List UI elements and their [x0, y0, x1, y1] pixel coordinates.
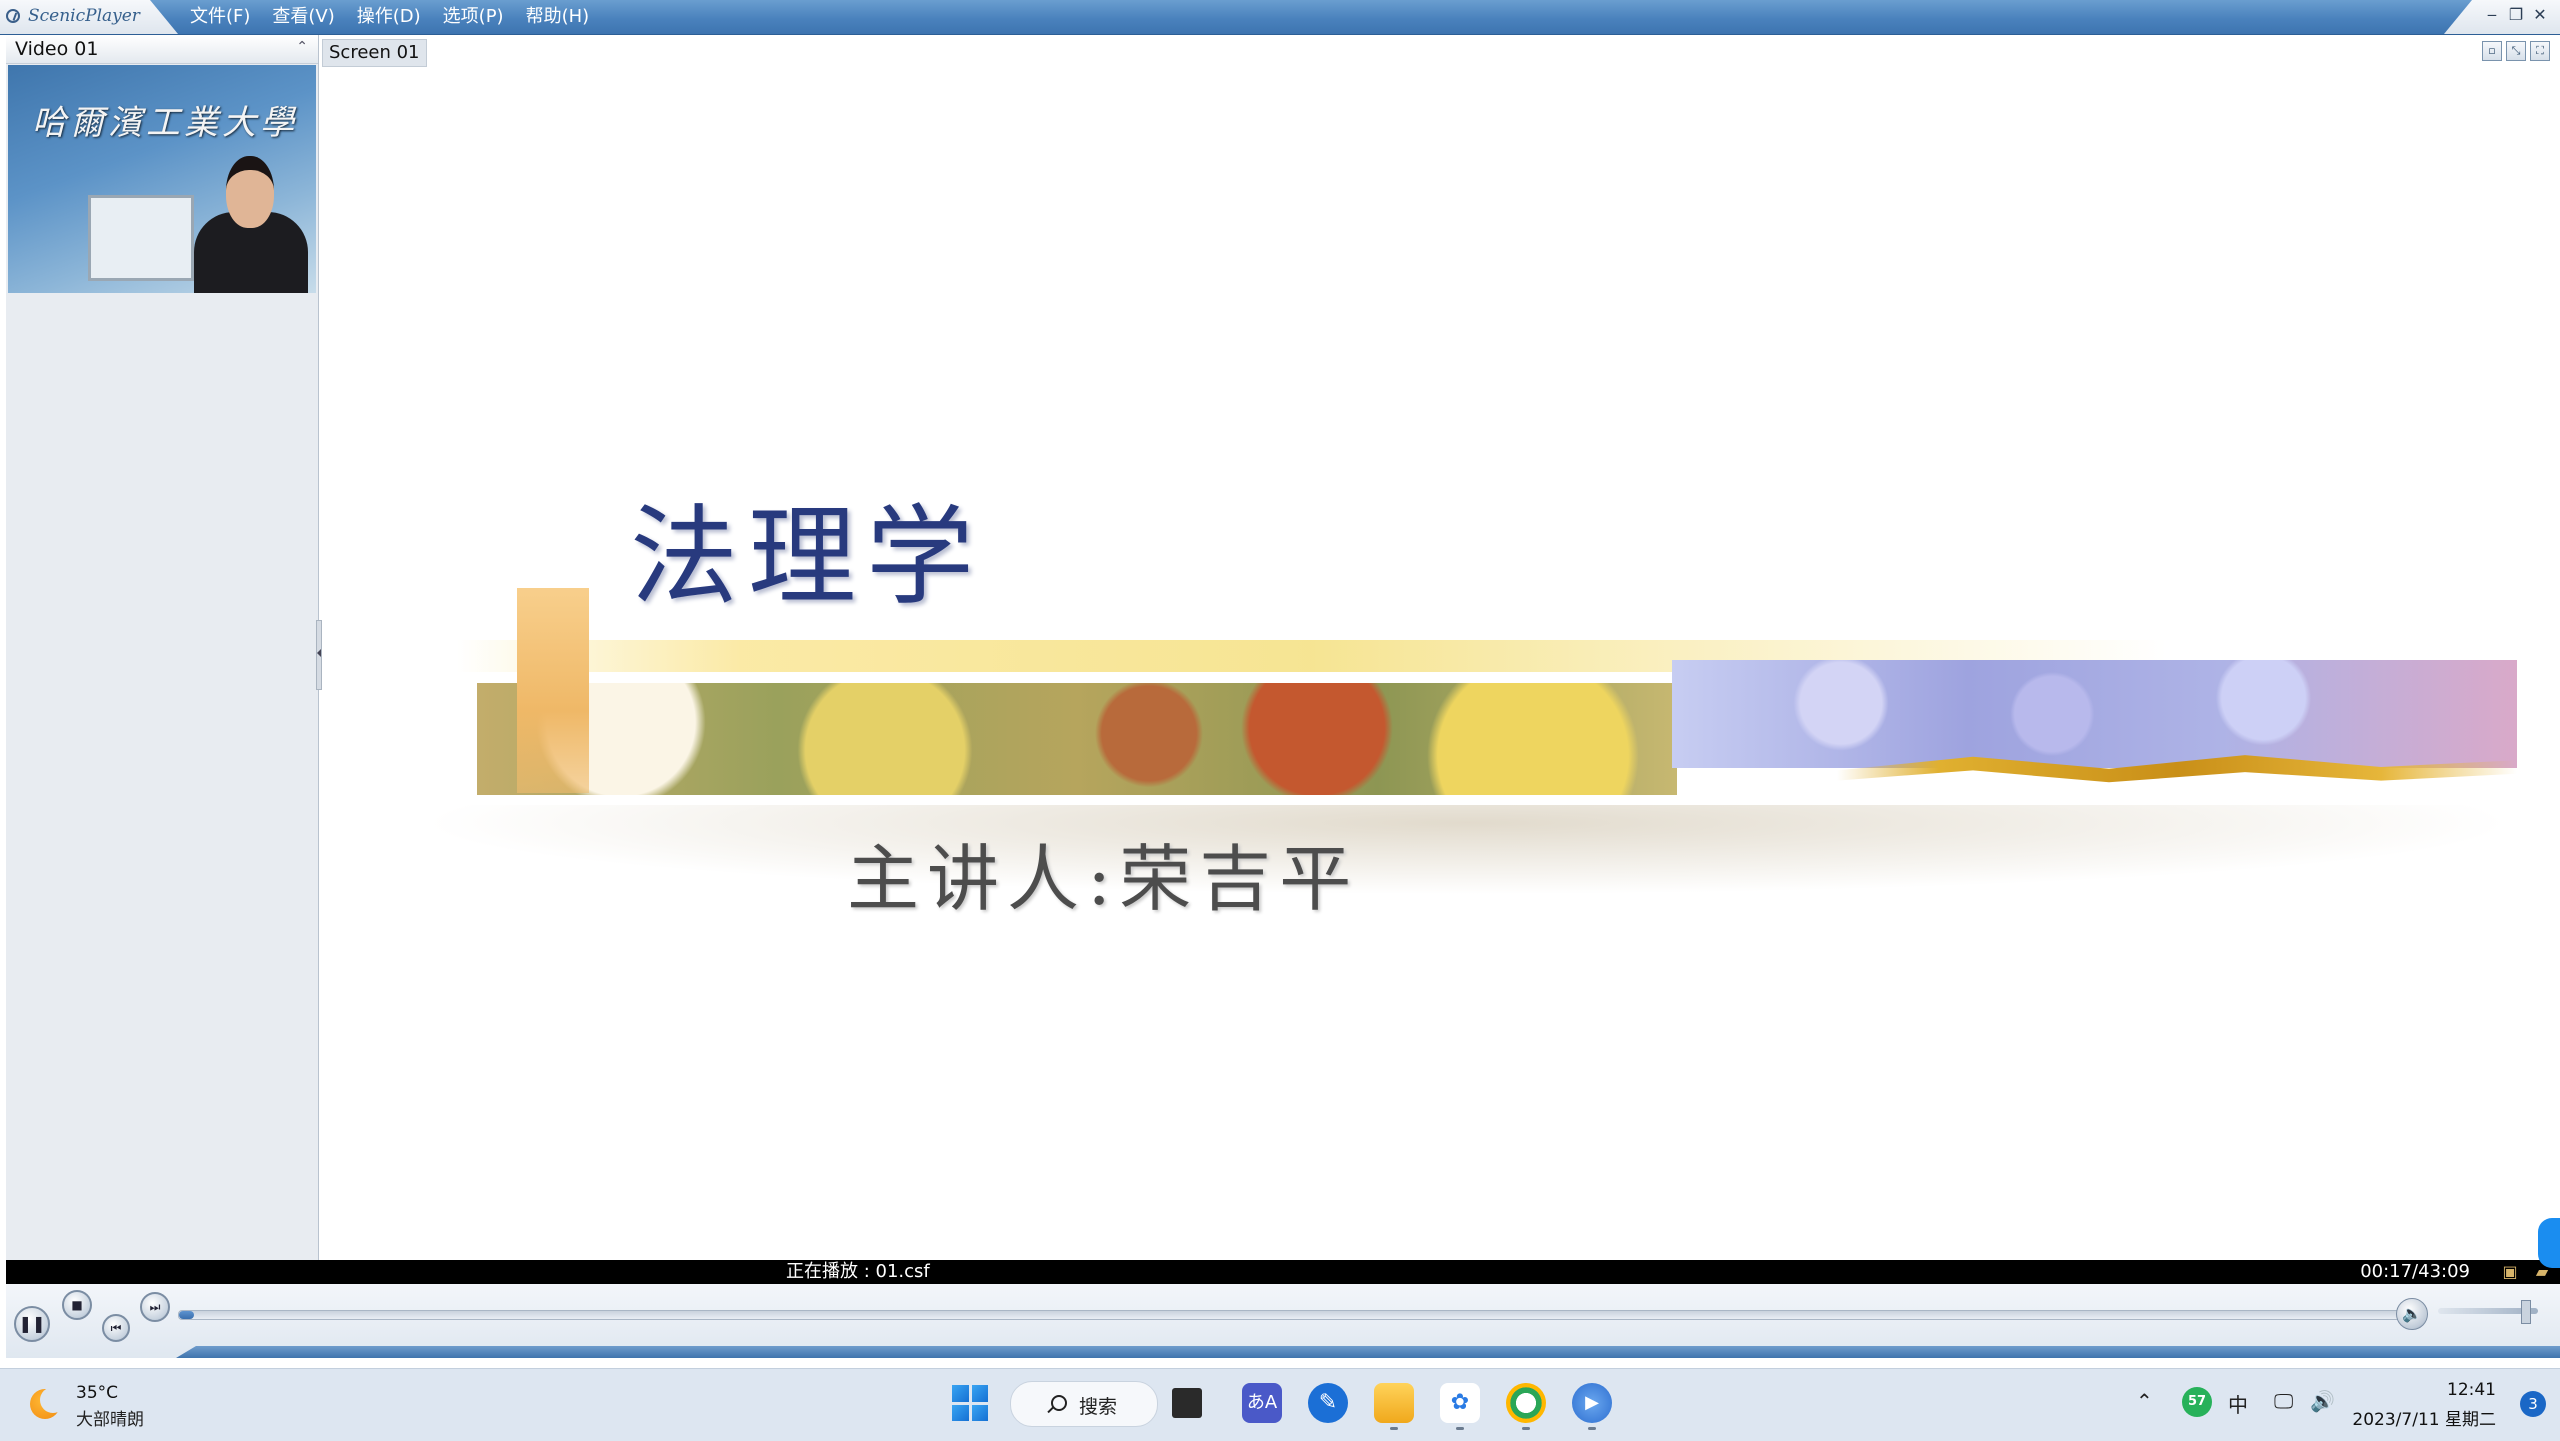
- file-explorer-icon[interactable]: [1172, 1388, 1202, 1418]
- monitor-graphic: [88, 195, 194, 281]
- volume-icon[interactable]: 🔈: [2396, 1298, 2428, 1330]
- volume-slider[interactable]: [2438, 1300, 2538, 1324]
- video-panel-title: Video 01: [15, 38, 99, 60]
- fullscreen-icon[interactable]: ⛶: [2530, 41, 2550, 61]
- start-button[interactable]: [952, 1385, 988, 1421]
- banner-shadow: [417, 805, 2517, 895]
- next-button[interactable]: ⏭: [140, 1292, 170, 1322]
- presenter-head: [226, 156, 274, 228]
- ime-indicator[interactable]: 中: [2228, 1389, 2248, 1418]
- menu-bar: 文件(F) 查看(V) 操作(D) 选项(P) 帮助(H): [190, 0, 611, 34]
- actual-size-icon[interactable]: ⤡: [2506, 41, 2526, 61]
- slide-banner-image: [417, 555, 2517, 895]
- clock-time[interactable]: 12:41: [2447, 1380, 2496, 1400]
- network-icon[interactable]: 🖵: [2274, 1389, 2293, 1413]
- collapse-icon[interactable]: ⌃: [296, 39, 308, 55]
- now-playing-text: 正在播放 : 01.csf: [786, 1261, 930, 1282]
- control-bar-strip: [176, 1346, 2560, 1358]
- screen-area: Screen 01 ▫ ⤡ ⛶ 法理学 主讲人:荣吉平: [322, 35, 2554, 1260]
- windows-logo-quad: [971, 1404, 988, 1421]
- pause-button[interactable]: ❚❚: [14, 1306, 50, 1342]
- windows-logo-quad: [952, 1404, 969, 1421]
- search-label: 搜索: [1079, 1396, 1118, 1418]
- windows-logo-quad: [971, 1385, 988, 1402]
- tray-app-icon[interactable]: 57: [2182, 1387, 2212, 1417]
- screen-view-controls: ▫ ⤡ ⛶: [2478, 41, 2550, 61]
- baidu-netdisk-icon[interactable]: ✿: [1440, 1383, 1480, 1430]
- app-name: ScenicPlayer: [28, 6, 140, 26]
- close-icon[interactable]: ✕: [2530, 4, 2550, 26]
- search-icon: [1051, 1395, 1067, 1411]
- window-controls: ‒ ❐ ✕: [2444, 0, 2560, 34]
- seek-bar[interactable]: [178, 1310, 2400, 1320]
- floating-assistant-icon[interactable]: [2538, 1218, 2560, 1268]
- folder-icon[interactable]: [1374, 1383, 1414, 1430]
- video-panel-header: Video 01 ⌃: [6, 35, 318, 64]
- edge-browser-icon[interactable]: [1506, 1383, 1546, 1430]
- status-bar: 正在播放 : 01.csf 00:17/43:09 ▣ ▰: [6, 1260, 2560, 1284]
- menu-view[interactable]: 查看(V): [272, 0, 334, 34]
- running-indicator: [1390, 1427, 1398, 1430]
- banner-accent-block: [517, 588, 589, 793]
- seek-progress: [179, 1311, 194, 1319]
- menu-file[interactable]: 文件(F): [190, 0, 250, 34]
- speaker-icon[interactable]: 🔊: [2310, 1389, 2335, 1413]
- taskbar: 35°C 大部晴朗 搜索 あA ✎ ✿ ▶ ⌃ 57 中 🖵 🔊 12:41 2…: [0, 1368, 2560, 1441]
- banner-leaves: [477, 683, 1677, 795]
- video-panel: Video 01 ⌃ 哈爾濱工業大學: [6, 35, 319, 1260]
- clock-date[interactable]: 2023/7/11 星期二: [2352, 1405, 2496, 1430]
- translate-icon[interactable]: あA: [1242, 1383, 1282, 1423]
- running-indicator: [1588, 1427, 1596, 1430]
- weather-temp: 35°C: [76, 1383, 119, 1403]
- title-bar: ScenicPlayer 文件(F) 查看(V) 操作(D) 选项(P) 帮助(…: [0, 0, 2560, 35]
- notification-badge[interactable]: 3: [2520, 1391, 2546, 1417]
- slide-presenter: 主讲人:荣吉平: [847, 837, 1360, 921]
- weather-desc: 大部晴朗: [76, 1410, 144, 1430]
- playback-controls: ❚❚ ■ ⏮ ⏭ 🔈: [6, 1284, 2560, 1358]
- stop-button[interactable]: ■: [62, 1290, 92, 1320]
- presenter-figure: [188, 150, 314, 293]
- running-indicator: [1522, 1427, 1530, 1430]
- menu-operate[interactable]: 操作(D): [357, 0, 421, 34]
- app-logo-icon: [6, 9, 20, 23]
- video-feed[interactable]: 哈爾濱工業大學: [8, 65, 316, 293]
- minimize-icon[interactable]: ‒: [2482, 4, 2502, 26]
- windows-logo-icon: [952, 1385, 969, 1402]
- chevron-up-icon[interactable]: ⌃: [2136, 1389, 2153, 1413]
- pen-icon[interactable]: ✎: [1308, 1383, 1348, 1423]
- running-indicator: [1456, 1427, 1464, 1430]
- app-brand: ScenicPlayer: [0, 0, 178, 34]
- video-caption: 哈爾濱工業大學: [32, 103, 298, 143]
- banner-flowers: [1672, 660, 2517, 768]
- screen-tab[interactable]: Screen 01: [322, 39, 427, 67]
- fit-window-icon[interactable]: ▫: [2482, 41, 2502, 61]
- volume-knob[interactable]: [2520, 1300, 2531, 1324]
- previous-button[interactable]: ⏮: [102, 1314, 130, 1342]
- media-player-icon[interactable]: ▶: [1572, 1383, 1612, 1430]
- restore-icon[interactable]: ❐: [2506, 4, 2526, 26]
- menu-help[interactable]: 帮助(H): [526, 0, 590, 34]
- playback-time: 00:17/43:09: [2360, 1261, 2470, 1282]
- menu-options[interactable]: 选项(P): [443, 0, 504, 34]
- taskbar-search[interactable]: 搜索: [1010, 1381, 1158, 1427]
- snapshot-icon[interactable]: ▣: [2498, 1262, 2522, 1282]
- weather-icon: [30, 1387, 66, 1419]
